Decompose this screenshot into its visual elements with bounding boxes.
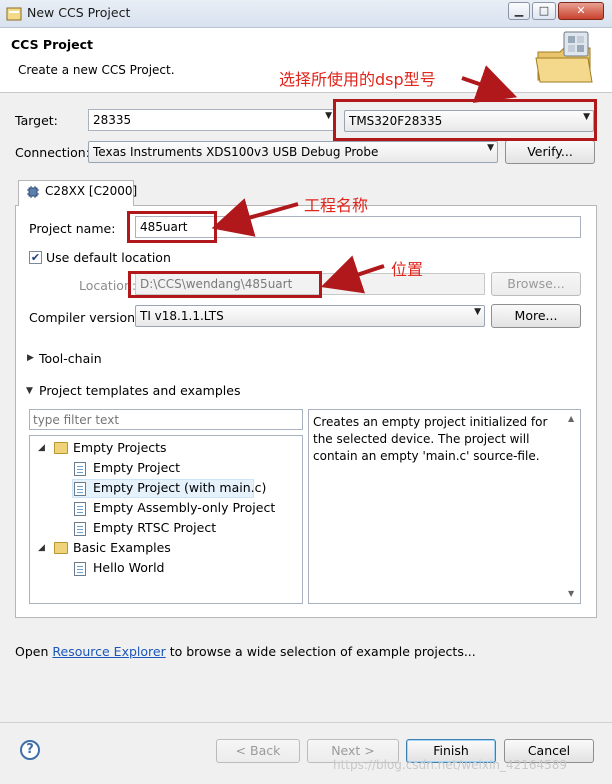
arrow-to-location	[320, 255, 385, 294]
arrow-to-project-name	[211, 198, 299, 237]
watermark: https://blog.csdn.net/weixin_42164589	[333, 758, 568, 772]
annotation-arrows	[211, 65, 518, 294]
arrow-to-device	[461, 65, 518, 103]
